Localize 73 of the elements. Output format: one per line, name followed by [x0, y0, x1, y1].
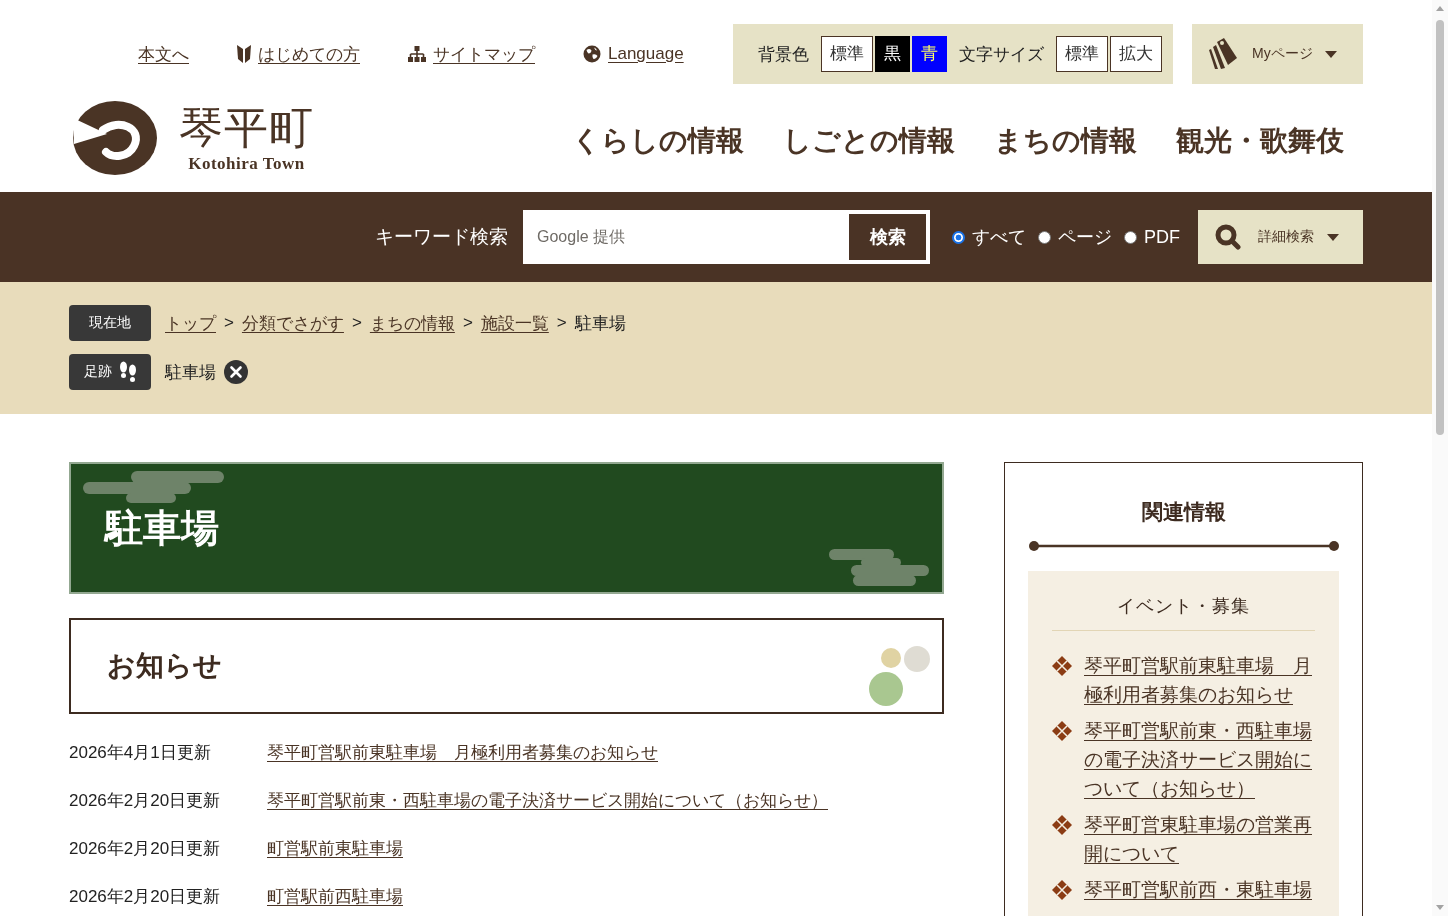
- circles-icon: [867, 643, 931, 707]
- caret-icon: [1324, 50, 1337, 58]
- my-page-button[interactable]: Myページ: [1192, 24, 1363, 84]
- radio-label[interactable]: ページ: [1058, 225, 1112, 249]
- history-label: 足跡: [83, 363, 112, 381]
- footprints-icon: [118, 361, 137, 383]
- scrollbar[interactable]: [1432, 0, 1448, 916]
- notice-date: 2026年4月1日更新: [69, 742, 211, 764]
- notice-link[interactable]: 琴平町営駅前東・西駐車場の電子決済サービス開始について（お知らせ）: [267, 789, 828, 813]
- top-link[interactable]: 本文へ: [138, 42, 189, 66]
- main-nav-link[interactable]: しごとの情報: [783, 122, 955, 160]
- diamond-bullet-icon: [1052, 656, 1072, 676]
- top-link[interactable]: はじめての方: [237, 42, 360, 66]
- diamond-bullet-icon: [1052, 815, 1072, 835]
- town-emblem-icon: [71, 100, 157, 176]
- breadcrumb-separator: >: [224, 313, 234, 333]
- related-link[interactable]: 琴平町営駅前西・東駐車場: [1084, 875, 1312, 904]
- breadcrumb-link[interactable]: まちの情報: [369, 311, 455, 335]
- breadcrumb-link[interactable]: 分類でさがす: [241, 311, 344, 335]
- notices-heading: お知らせ: [107, 648, 222, 684]
- related-link[interactable]: 琴平町営駅前東・西駐車場の電子決済サービス開始について（お知らせ）: [1084, 716, 1315, 803]
- history-item[interactable]: 駐車場: [165, 360, 216, 384]
- diamond-bullet-icon: [1052, 880, 1072, 900]
- page-title: 駐車場: [105, 504, 219, 552]
- scrollbar-thumb[interactable]: [1436, 20, 1444, 435]
- section-heading: イベント・募集: [1117, 594, 1250, 618]
- breadcrumb-current: 駐車場: [574, 312, 626, 335]
- background-color-button[interactable]: 黒: [875, 36, 910, 72]
- tag-icon: [1208, 38, 1238, 70]
- current-location-label: 現在地: [69, 305, 151, 341]
- related-info-heading: 関連情報: [1141, 498, 1226, 526]
- main-nav-link[interactable]: まちの情報: [994, 122, 1137, 160]
- logo-title: 琴平町: [179, 102, 314, 154]
- related-link[interactable]: 琴平町営駅前東駐車場 月極利用者募集のお知らせ: [1084, 651, 1315, 709]
- notice-link[interactable]: 町営駅前西駐車場: [267, 885, 403, 909]
- radio-label[interactable]: PDF: [1144, 226, 1180, 248]
- top-link[interactable]: Language: [583, 44, 684, 64]
- background-color-button[interactable]: 青: [912, 36, 947, 72]
- font-size-button[interactable]: 拡大: [1110, 36, 1162, 72]
- notice-date: 2026年2月20日更新: [69, 838, 221, 860]
- radio-button[interactable]: [1124, 230, 1137, 244]
- font-size-button[interactable]: 標準: [1056, 36, 1108, 72]
- advanced-search-button[interactable]: 詳細検索: [1198, 210, 1363, 264]
- notice-link[interactable]: 町営駅前東駐車場: [267, 837, 403, 861]
- diamond-bullet-icon: [1052, 721, 1072, 741]
- caret-icon: [1327, 233, 1339, 241]
- notice-date: 2026年2月20日更新: [69, 790, 221, 812]
- search-field[interactable]: Google 提供: [523, 210, 846, 264]
- font-size-label: 文字サイズ: [959, 43, 1044, 66]
- background-color-button[interactable]: 標準: [821, 36, 873, 72]
- beginner-mark-icon: [237, 45, 251, 63]
- notice-link[interactable]: 琴平町営駅前東駐車場 月極利用者募集のお知らせ: [267, 741, 658, 765]
- radio-label[interactable]: すべて: [972, 225, 1026, 249]
- notice-date: 2026年2月20日更新: [69, 886, 221, 908]
- radio-button[interactable]: [952, 230, 965, 244]
- background-color-label: 背景色: [758, 43, 809, 66]
- radio-button[interactable]: [1038, 230, 1051, 244]
- breadcrumb-separator: >: [351, 313, 362, 333]
- main-nav-link[interactable]: 観光・歌舞伎: [1176, 122, 1344, 160]
- top-link[interactable]: サイトマップ: [408, 42, 535, 66]
- sitemap-icon: [408, 46, 426, 62]
- related-link[interactable]: 琴平町営東駐車場の営業再開について: [1084, 810, 1315, 868]
- search-icon: [1215, 224, 1241, 250]
- logo-subtitle: Kotohira Town: [188, 154, 305, 174]
- breadcrumb-link[interactable]: トップ: [165, 311, 216, 335]
- main-nav-link[interactable]: くらしの情報: [572, 122, 744, 160]
- breadcrumb-separator: >: [556, 313, 567, 333]
- breadcrumb-separator: >: [462, 313, 473, 333]
- globe-icon: [583, 45, 601, 63]
- breadcrumb-link[interactable]: 施設一覧: [480, 311, 549, 335]
- search-label: キーワード検索: [375, 225, 508, 249]
- search-button[interactable]: 検索: [846, 210, 930, 264]
- close-icon[interactable]: [224, 360, 248, 384]
